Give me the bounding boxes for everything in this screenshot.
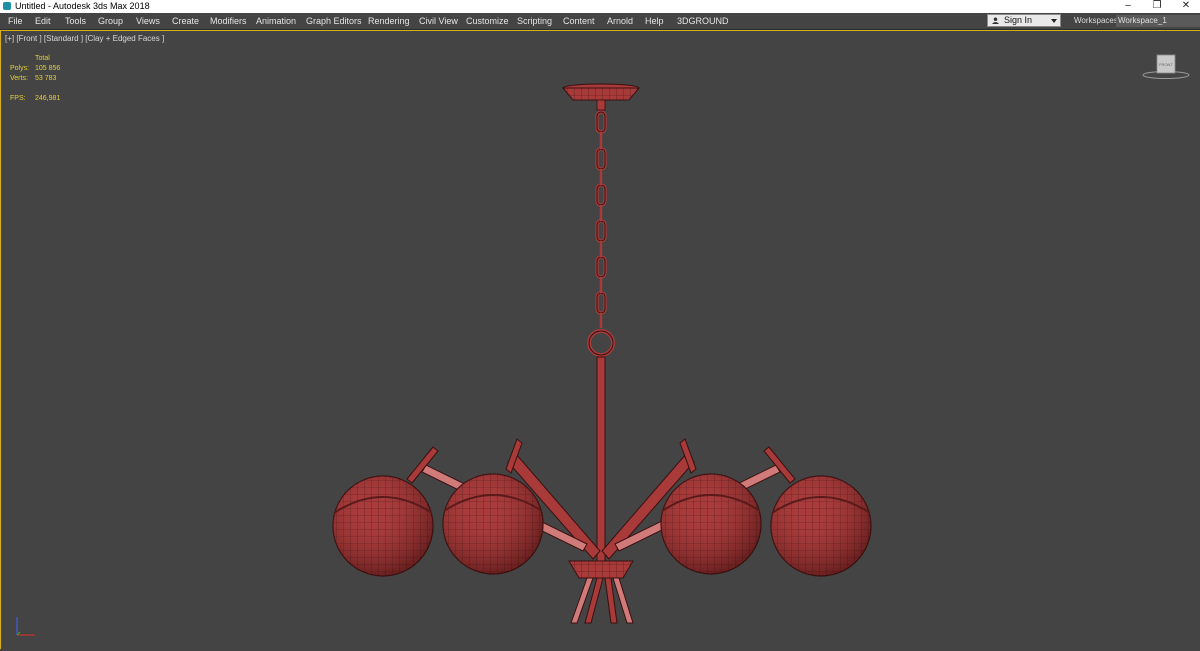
menu-rendering[interactable]: Rendering [368, 13, 410, 29]
menu-3dground[interactable]: 3DGROUND [677, 13, 729, 29]
stats-header: Total [35, 55, 50, 62]
menu-views[interactable]: Views [136, 13, 160, 29]
chain [587, 110, 615, 357]
menu-arnold[interactable]: Arnold [607, 13, 633, 29]
workspaces-select[interactable]: Workspace_1 [1116, 15, 1200, 27]
viewcube-label: FRONT [1159, 62, 1173, 67]
menu-group[interactable]: Group [98, 13, 123, 29]
globe-right-inner [660, 473, 762, 575]
globe-right-outer [770, 475, 872, 577]
title-bar: Untitled - Autodesk 3ds Max 2018 – ❐ ✕ [0, 0, 1200, 13]
app-icon [3, 2, 11, 10]
globe-left-inner [442, 473, 544, 575]
stats-polys-label: Polys: [10, 65, 30, 72]
window-title: Untitled - Autodesk 3ds Max 2018 [15, 1, 150, 11]
bottom-hub [568, 560, 634, 624]
workspaces-label: Workspaces: [1074, 16, 1121, 25]
menu-content[interactable]: Content [563, 13, 595, 29]
menu-graph-editors[interactable]: Graph Editors [306, 13, 362, 29]
stats-fps-value: 246,981 [35, 95, 61, 102]
menu-modifiers[interactable]: Modifiers [210, 13, 247, 29]
menu-edit[interactable]: Edit [35, 13, 51, 29]
menu-tools[interactable]: Tools [65, 13, 86, 29]
sign-in-dropdown[interactable]: Sign In [987, 14, 1061, 27]
close-icon[interactable]: ✕ [1172, 0, 1200, 13]
menu-file[interactable]: File [8, 13, 23, 29]
menu-create[interactable]: Create [172, 13, 199, 29]
viewcube-icon[interactable]: FRONT [1141, 53, 1191, 81]
central-rod [596, 356, 606, 562]
user-icon [992, 17, 999, 24]
chandelier-model[interactable] [301, 81, 921, 651]
stats-verts-value: 53 783 [35, 75, 57, 82]
stats-verts-label: Verts: [10, 75, 28, 82]
ceiling-canopy [561, 83, 641, 111]
menu-civil-view[interactable]: Civil View [419, 13, 458, 29]
menu-help[interactable]: Help [645, 13, 664, 29]
menu-scripting[interactable]: Scripting [517, 13, 552, 29]
stats-polys-value: 105 856 [35, 65, 61, 72]
viewport-front[interactable]: [+] [Front ] [Standard ] [Clay + Edged F… [0, 30, 1200, 649]
stats-fps-label: FPS: [10, 95, 26, 102]
viewport-label[interactable]: [+] [Front ] [Standard ] [Clay + Edged F… [5, 34, 164, 43]
menu-animation[interactable]: Animation [256, 13, 296, 29]
restore-icon[interactable]: ❐ [1143, 0, 1171, 13]
sign-in-label: Sign In [1004, 15, 1033, 25]
menu-customize[interactable]: Customize [466, 13, 509, 29]
chevron-down-icon [1051, 19, 1057, 23]
axis-tripod-icon [16, 617, 35, 636]
minimize-icon[interactable]: – [1114, 0, 1142, 13]
globe-left-outer [332, 475, 434, 577]
